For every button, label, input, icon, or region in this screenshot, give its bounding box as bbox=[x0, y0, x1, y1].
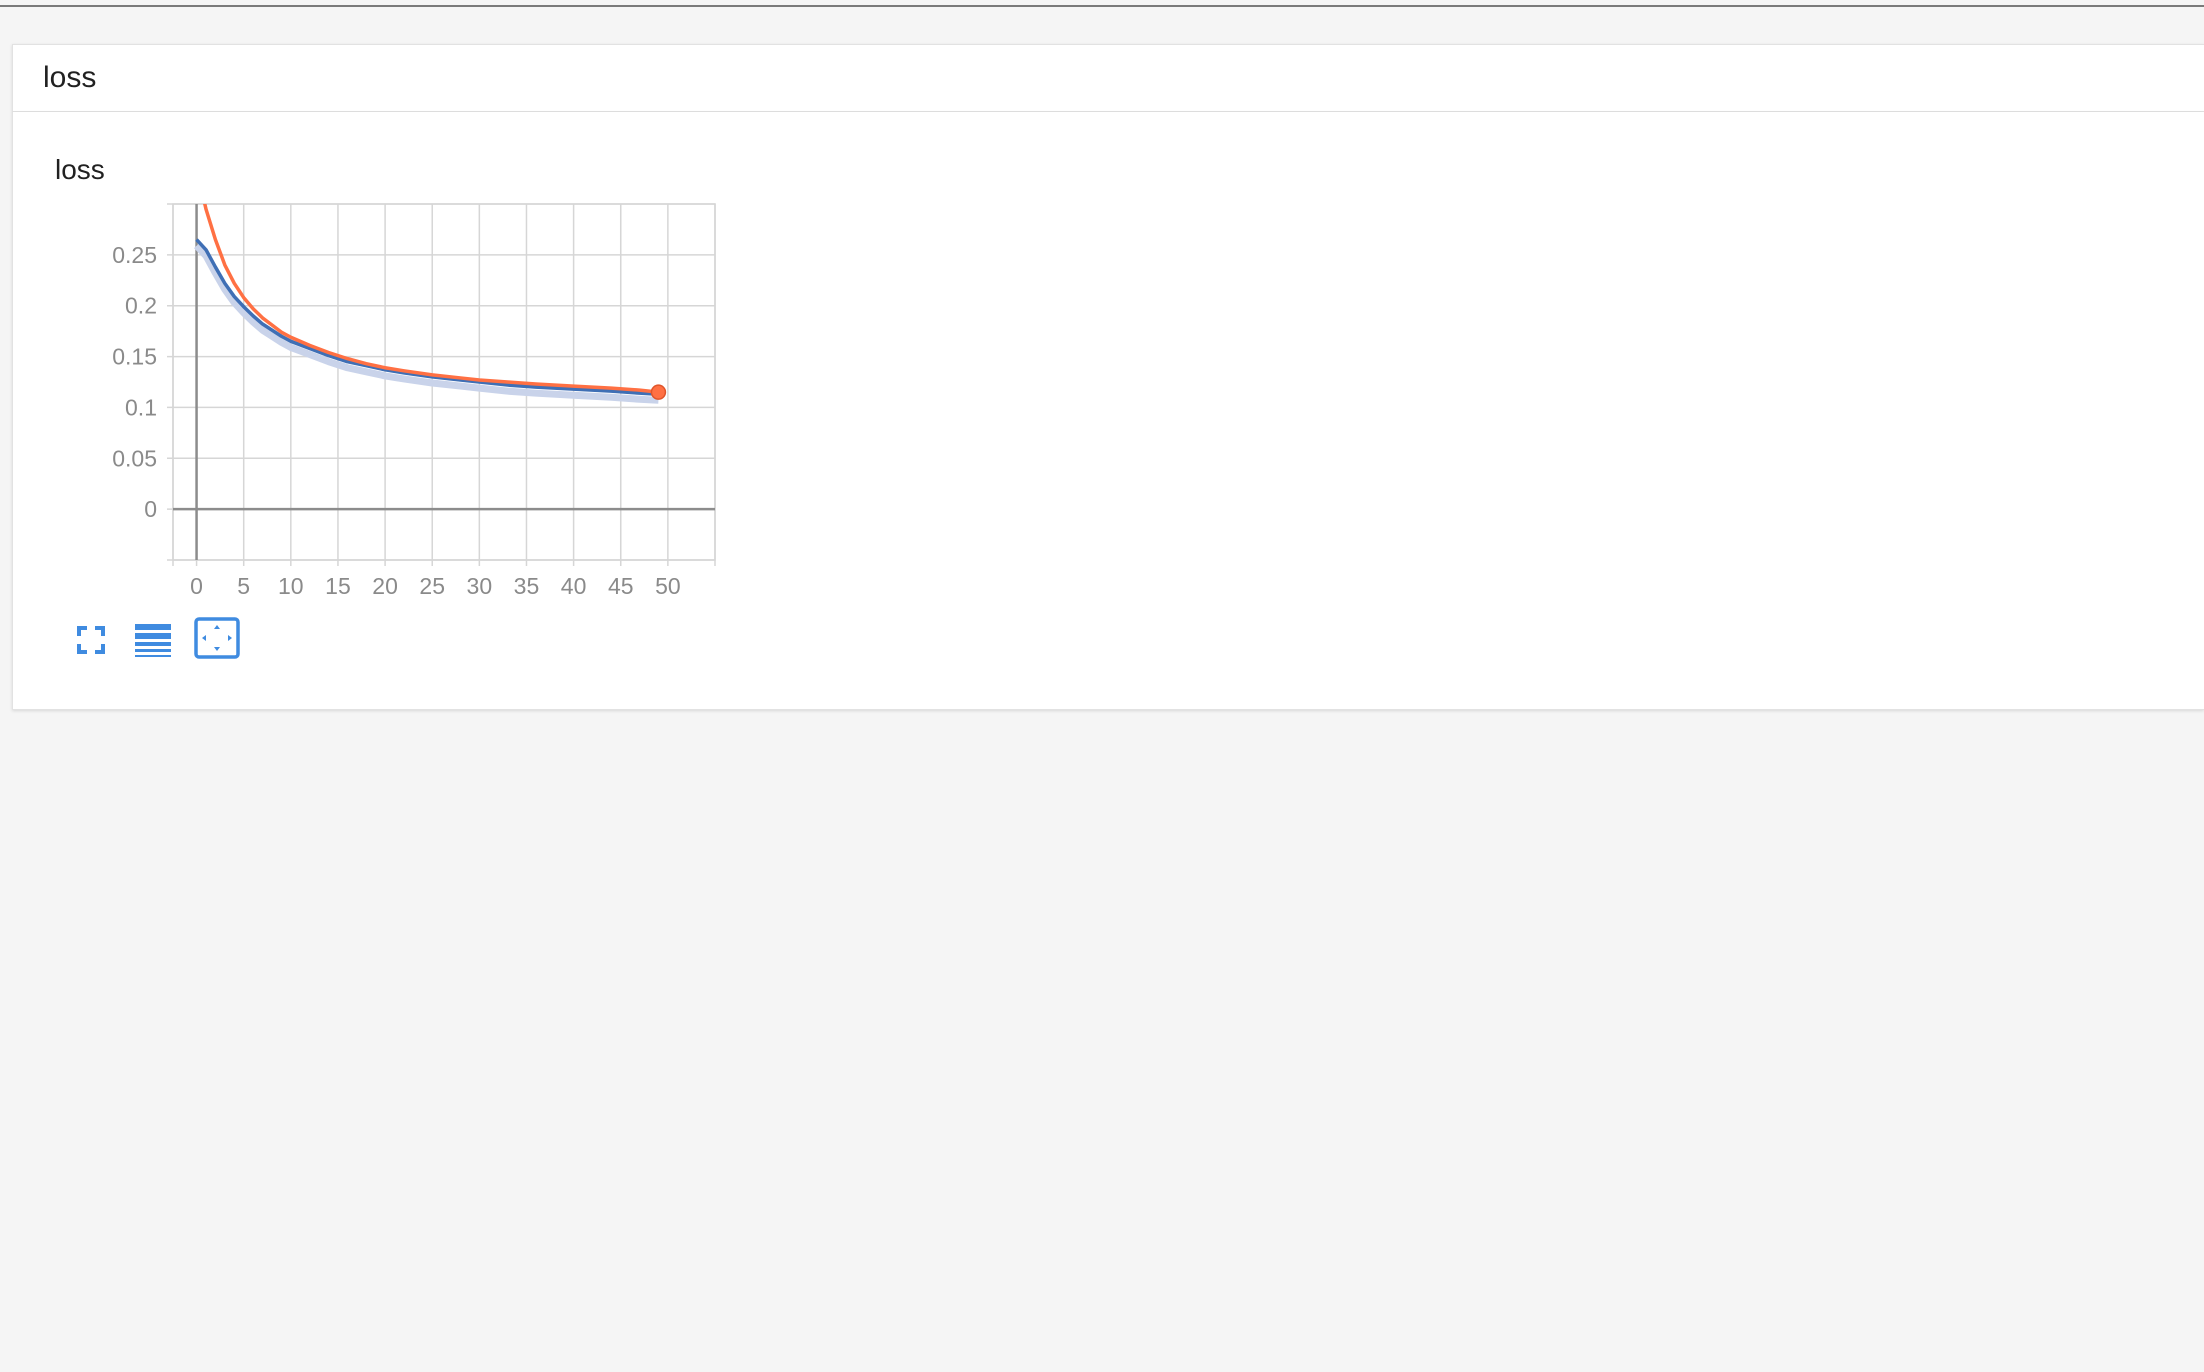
x-tick-label: 40 bbox=[561, 573, 587, 599]
x-tick-label: 35 bbox=[514, 573, 540, 599]
y-tick-label: 0.2 bbox=[125, 293, 157, 319]
x-tick-label: 20 bbox=[372, 573, 398, 599]
y-tick-label: 0.1 bbox=[125, 394, 157, 420]
toggle-log-scale-button[interactable] bbox=[131, 618, 175, 662]
x-tick-label: 10 bbox=[278, 573, 304, 599]
series-line bbox=[195, 238, 659, 396]
x-tick-label: 5 bbox=[237, 573, 250, 599]
x-tick-label: 15 bbox=[325, 573, 351, 599]
top-divider bbox=[0, 5, 2204, 7]
x-tick-label: 45 bbox=[608, 573, 634, 599]
loss-chart[interactable]: 0 5 10 15 20 25 30 35 40 45 50 0 0.05 0.1 0.15 0.2 0.25 bbox=[13, 112, 753, 632]
expand-icon bbox=[77, 626, 105, 654]
card-header[interactable]: loss bbox=[12, 44, 2204, 112]
fit-domain-icon bbox=[194, 617, 240, 659]
x-tick-label: 25 bbox=[419, 573, 445, 599]
x-tick-label: 0 bbox=[190, 573, 203, 599]
y-tick-label: 0.15 bbox=[112, 344, 157, 370]
card-header-title: loss bbox=[43, 61, 97, 94]
fit-domain-button[interactable] bbox=[193, 616, 241, 662]
y-tick-label: 0.25 bbox=[112, 242, 157, 268]
last-point-marker bbox=[650, 384, 667, 400]
y-tick-label: 0 bbox=[144, 496, 157, 522]
list-lines-icon bbox=[135, 624, 171, 657]
expand-chart-button[interactable] bbox=[71, 620, 111, 660]
series-line bbox=[203, 204, 659, 394]
x-tick-label: 50 bbox=[655, 573, 681, 599]
x-tick-label: 30 bbox=[467, 573, 493, 599]
card-body: loss 0 5 10 15 20 25 30 35 40 45 50 0 0.05 0.1 0.15 0.2… bbox=[12, 112, 2204, 710]
y-tick-label: 0.05 bbox=[112, 445, 157, 471]
